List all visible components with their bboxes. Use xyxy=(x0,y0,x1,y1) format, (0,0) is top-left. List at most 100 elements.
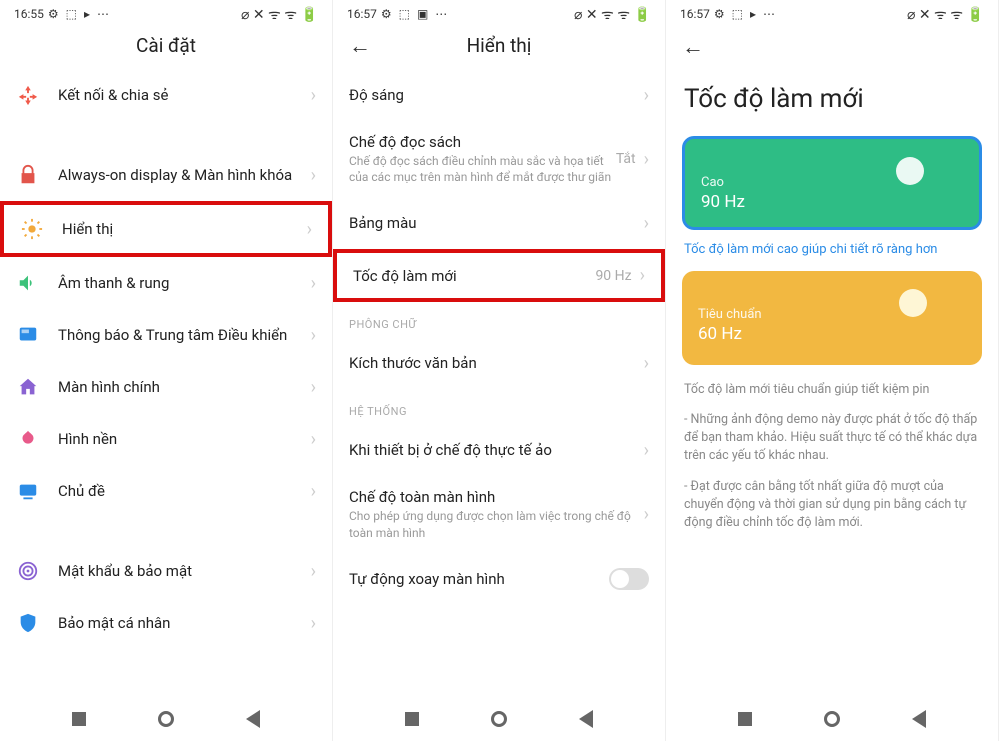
connect-icon xyxy=(17,84,39,106)
header: ← Hiển thị xyxy=(333,28,665,69)
status-icons-right: ⌀ ✕ ᯤ ᯤ 🔋 xyxy=(907,5,984,24)
row-reading-mode[interactable]: Chế độ đọc sách Chế độ đọc sách điều chỉ… xyxy=(333,121,665,197)
nav-recents[interactable] xyxy=(405,712,419,726)
row-refresh-rate[interactable]: Tốc độ làm mới 90 Hz › xyxy=(333,249,665,302)
chevron-right-icon: › xyxy=(311,561,316,582)
display-screen: 16:57 ⚙︎ ⬚ ▣ ⋯ ⌀ ✕ ᯤ ᯤ 🔋 ← Hiển thị Độ s… xyxy=(333,0,666,741)
display-list: Độ sáng › Chế độ đọc sách Chế độ đọc sác… xyxy=(333,69,665,697)
shield-icon xyxy=(17,612,39,634)
note: - Những ảnh động demo này được phát ở tố… xyxy=(666,405,998,471)
row-color-palette[interactable]: Bảng màu › xyxy=(333,197,665,249)
row-label: Màn hình chính xyxy=(58,378,311,396)
row-brightness[interactable]: Độ sáng › xyxy=(333,69,665,121)
row-aod[interactable]: Always-on display & Màn hình khóa › xyxy=(0,149,332,201)
back-button[interactable]: ← xyxy=(349,33,371,59)
page-title: Cài đặt xyxy=(136,34,196,57)
option-high[interactable]: Cao 90 Hz xyxy=(682,136,982,230)
row-security[interactable]: Mật khẩu & bảo mật › xyxy=(0,545,332,597)
status-icons-left: ⚙︎ ⬚ ▸ ⋯ xyxy=(714,7,777,21)
refresh-options: Cao 90 Hz Tốc độ làm mới cao giúp chi ti… xyxy=(666,136,998,697)
row-text-size[interactable]: Kích thước văn bản › xyxy=(333,337,665,389)
chevron-right-icon: › xyxy=(311,613,316,634)
note: - Đạt được cân bằng tốt nhất giữa độ mượ… xyxy=(666,472,998,538)
row-theme[interactable]: Chủ đề › xyxy=(0,465,332,517)
chevron-right-icon: › xyxy=(644,353,649,374)
row-label: Tự động xoay màn hình xyxy=(349,570,609,588)
row-home[interactable]: Màn hình chính › xyxy=(0,361,332,413)
row-sound[interactable]: Âm thanh & rung › xyxy=(0,257,332,309)
row-auto-rotate[interactable]: Tự động xoay màn hình xyxy=(333,553,665,605)
chevron-right-icon: › xyxy=(644,85,649,106)
row-label: Bảo mật cá nhân xyxy=(58,614,311,632)
settings-list: Kết nối & chia sẻ › Always-on display & … xyxy=(0,69,332,697)
nav-home[interactable] xyxy=(158,711,174,727)
row-display[interactable]: Hiển thị › xyxy=(0,201,332,257)
row-wallpaper[interactable]: Hình nền › xyxy=(0,413,332,465)
chevron-right-icon: › xyxy=(311,429,316,450)
home-icon xyxy=(17,376,39,398)
toggle-auto-rotate[interactable] xyxy=(609,568,649,590)
row-label: Thông báo & Trung tâm Điều khiển xyxy=(58,326,311,344)
wallpaper-icon xyxy=(17,428,39,450)
chevron-right-icon: › xyxy=(311,481,316,502)
chevron-right-icon: › xyxy=(644,440,649,461)
chevron-right-icon: › xyxy=(311,273,316,294)
status-icons-right: ⌀ ✕ ᯤ ᯤ 🔋 xyxy=(241,5,318,24)
chevron-right-icon: › xyxy=(644,504,649,525)
settings-screen: 16:55 ⚙︎ ⬚ ▸ ⋯ ⌀ ✕ ᯤ ᯤ 🔋 Cài đặt Kết nối… xyxy=(0,0,333,741)
lock-icon xyxy=(17,164,39,186)
row-label: Độ sáng xyxy=(349,86,644,104)
section-font: PHÔNG CHỮ xyxy=(333,302,665,337)
row-label: Kích thước văn bản xyxy=(349,354,644,372)
chevron-right-icon: › xyxy=(311,377,316,398)
refresh-rate-screen: 16:57 ⚙︎ ⬚ ▸ ⋯ ⌀ ✕ ᯤ ᯤ 🔋 ← Tốc độ làm mớ… xyxy=(666,0,999,741)
nav-back[interactable] xyxy=(579,710,593,728)
row-label: Always-on display & Màn hình khóa xyxy=(58,166,311,184)
row-value: Tắt xyxy=(616,151,636,167)
nav-bar xyxy=(333,697,665,741)
row-connect[interactable]: Kết nối & chia sẻ › xyxy=(0,69,332,121)
option-hint: Tốc độ làm mới tiêu chuẩn giúp tiết kiệm… xyxy=(666,375,998,405)
sound-icon xyxy=(17,272,39,294)
row-privacy[interactable]: Bảo mật cá nhân › xyxy=(0,597,332,649)
status-bar: 16:57 ⚙︎ ⬚ ▸ ⋯ ⌀ ✕ ᯤ ᯤ 🔋 xyxy=(666,0,998,28)
option-standard[interactable]: Tiêu chuẩn 60 Hz xyxy=(682,271,982,365)
nav-back[interactable] xyxy=(912,710,926,728)
section-system: HỆ THỐNG xyxy=(333,389,665,424)
chevron-right-icon: › xyxy=(644,149,649,170)
page-title: Tốc độ làm mới xyxy=(666,72,998,136)
row-label: Kết nối & chia sẻ xyxy=(58,86,311,104)
chevron-right-icon: › xyxy=(311,165,316,186)
option-label: Tiêu chuẩn xyxy=(698,307,966,322)
row-value: 90 Hz xyxy=(595,268,631,284)
nav-recents[interactable] xyxy=(738,712,752,726)
nav-back[interactable] xyxy=(246,710,260,728)
header: ← xyxy=(666,28,998,72)
header: Cài đặt xyxy=(0,28,332,69)
chevron-right-icon: › xyxy=(640,265,645,286)
row-fullscreen[interactable]: Chế độ toàn màn hình Cho phép ứng dụng đ… xyxy=(333,476,665,552)
row-label: Hình nền xyxy=(58,430,311,448)
nav-home[interactable] xyxy=(491,711,507,727)
row-label: Chế độ toàn màn hình xyxy=(349,488,644,506)
row-label: Mật khẩu & bảo mật xyxy=(58,562,311,580)
nav-home[interactable] xyxy=(824,711,840,727)
row-label: Tốc độ làm mới xyxy=(353,267,595,285)
option-hz: 60 Hz xyxy=(698,324,966,344)
status-icons-right: ⌀ ✕ ᯤ ᯤ 🔋 xyxy=(574,5,651,24)
nav-bar xyxy=(0,697,332,741)
clock: 16:55 xyxy=(14,7,44,21)
row-label: Hiển thị xyxy=(62,220,307,238)
nav-recents[interactable] xyxy=(72,712,86,726)
fingerprint-icon xyxy=(17,560,39,582)
row-notif[interactable]: Thông báo & Trung tâm Điều khiển › xyxy=(0,309,332,361)
row-sub: Cho phép ứng dụng được chọn làm việc tro… xyxy=(349,508,644,540)
theme-icon xyxy=(17,480,39,502)
chevron-right-icon: › xyxy=(644,213,649,234)
page-title: Hiển thị xyxy=(467,34,532,57)
option-hz: 90 Hz xyxy=(701,192,963,212)
row-vr-mode[interactable]: Khi thiết bị ở chế độ thực tế ảo › xyxy=(333,424,665,476)
chevron-right-icon: › xyxy=(311,325,316,346)
chevron-right-icon: › xyxy=(307,219,312,240)
back-button[interactable]: ← xyxy=(682,34,704,60)
